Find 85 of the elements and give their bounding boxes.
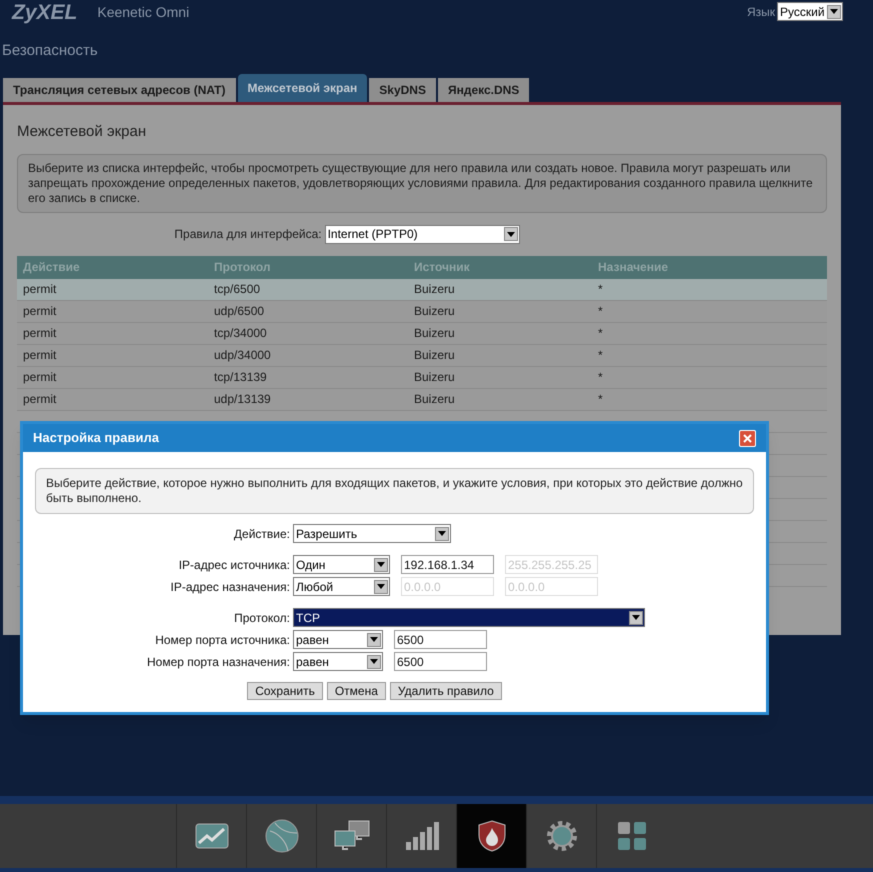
panel-title: Межсетевой экран [17,122,148,142]
dropdown[interactable]: Любой [293,577,390,596]
apps-icon [616,821,646,851]
close-icon [743,434,752,442]
field-label: Действие: [232,526,290,542]
caret-icon [374,580,388,594]
dropdown[interactable]: равен [293,652,383,671]
table-cell-text: Buizeru [414,325,456,342]
caret-icon [435,526,449,540]
dialog-button[interactable]: Удалить правило [390,682,502,700]
table-cell-text: Buizeru [414,391,456,408]
shield-icon [478,820,506,852]
table-row[interactable]: permit tcp/6500 Buizeru * [17,278,827,300]
settings-icon [546,820,578,852]
table-cell-text: permit [23,281,58,298]
dropdown[interactable]: Один [293,555,390,574]
table-cell-text: * [598,325,604,342]
table-cell-text: * [598,347,604,364]
caret-icon [374,558,388,572]
table-row[interactable]: permit tcp/34000 Buizeru * [17,322,827,344]
table-cell-text: udp/6500 [214,303,266,320]
computers-icon [334,820,370,852]
dropdown[interactable]: Internet (PPTP0) [324,224,520,244]
tab[interactable]: Трансляция сетевых адресов (NAT) [3,78,236,102]
field-label: Номер порта источника: [154,632,290,648]
logo: ZyXEL [12,2,78,23]
dialog-title: Настройка правила [33,429,159,448]
column-header: Назначение [598,259,670,276]
input-field[interactable]: 6500 [394,652,487,671]
table-row[interactable]: permit udp/13139 Buizeru * [17,388,827,410]
caret-icon [367,654,381,668]
column-header: Протокол [214,259,272,276]
field-label: Протокол: [233,610,290,626]
dialog-button[interactable]: Отмена [326,682,386,700]
table-row[interactable]: permit udp/34000 Buizeru * [17,344,827,366]
dialog-button[interactable]: Сохранить [247,682,323,700]
dialog-description: Выберите действие, которое нужно выполнить для входящих пакетов, и укажите условия, при которых это действие должно быть выполнено. [35,468,754,514]
input-field[interactable]: 6500 [394,630,487,649]
column-header: Источник [414,259,471,276]
language-label: Язык [746,4,775,20]
caret-icon [367,632,381,646]
table-cell-text: permit [23,325,58,342]
caret-icon [629,610,643,624]
table-cell-text: * [598,369,604,386]
caret-icon [504,227,518,241]
field-label: IP-адрес назначения: [170,578,290,596]
table-cell-text: * [598,391,604,408]
field-label: IP-адрес источника: [178,556,290,574]
column-header: Действие [23,259,81,276]
dropdown[interactable]: равен [293,630,383,649]
model-name: Keenetic Omni [97,3,190,22]
tab[interactable]: Межсетевой экран [238,74,368,102]
table-row[interactable]: permit udp/6500 Buizeru * [17,300,827,322]
tab[interactable]: Яндекс.DNS [438,78,530,102]
table-cell-text: Buizeru [414,347,456,364]
table-cell-text: Buizeru [414,281,456,298]
page-title: Безопасность [1,41,99,61]
table-cell-text: * [598,281,604,298]
table-cell-text: permit [23,391,58,408]
globe-icon [264,819,298,853]
signal-icon [404,822,438,850]
tab[interactable]: SkyDNS [369,78,436,102]
table-cell-text: permit [23,303,58,320]
table-cell-text: permit [23,369,58,386]
table-cell-text: Buizeru [414,369,456,386]
dropdown[interactable]: TCP [293,608,645,627]
dropdown[interactable]: Русский [777,2,843,21]
dropdown[interactable]: Разрешить [293,524,451,543]
table-cell-text: Buizeru [414,303,456,320]
table-row[interactable]: permit tcp/13139 Buizeru * [17,366,827,388]
table-cell-text: udp/34000 [214,347,272,364]
chart-icon [194,823,228,849]
table-cell-text: permit [23,347,58,364]
table-cell-text: tcp/6500 [214,281,262,298]
description: Выберите из списка интерфейс, чтобы просмотреть существующие для него правила или создать новое. Правила могут разрешать или запрещать прохождение определенных пакетов, удовлетворяющих условиями правила. Для редактирования созданного правила щелкните его запись в списке. [17,154,827,212]
caret-icon [827,4,841,18]
interface-label: Правила для интерфейса: [174,226,322,243]
table-cell-text: * [598,303,604,320]
input-field[interactable]: 192.168.1.34 [401,555,494,574]
nav-button[interactable] [456,804,526,868]
table-cell-text: tcp/34000 [214,325,268,342]
table-cell-text: udp/13139 [214,391,272,408]
field-label: Номер порта назначения: [146,654,290,670]
table-cell-text: tcp/13139 [214,369,268,386]
close-button[interactable] [739,430,756,446]
